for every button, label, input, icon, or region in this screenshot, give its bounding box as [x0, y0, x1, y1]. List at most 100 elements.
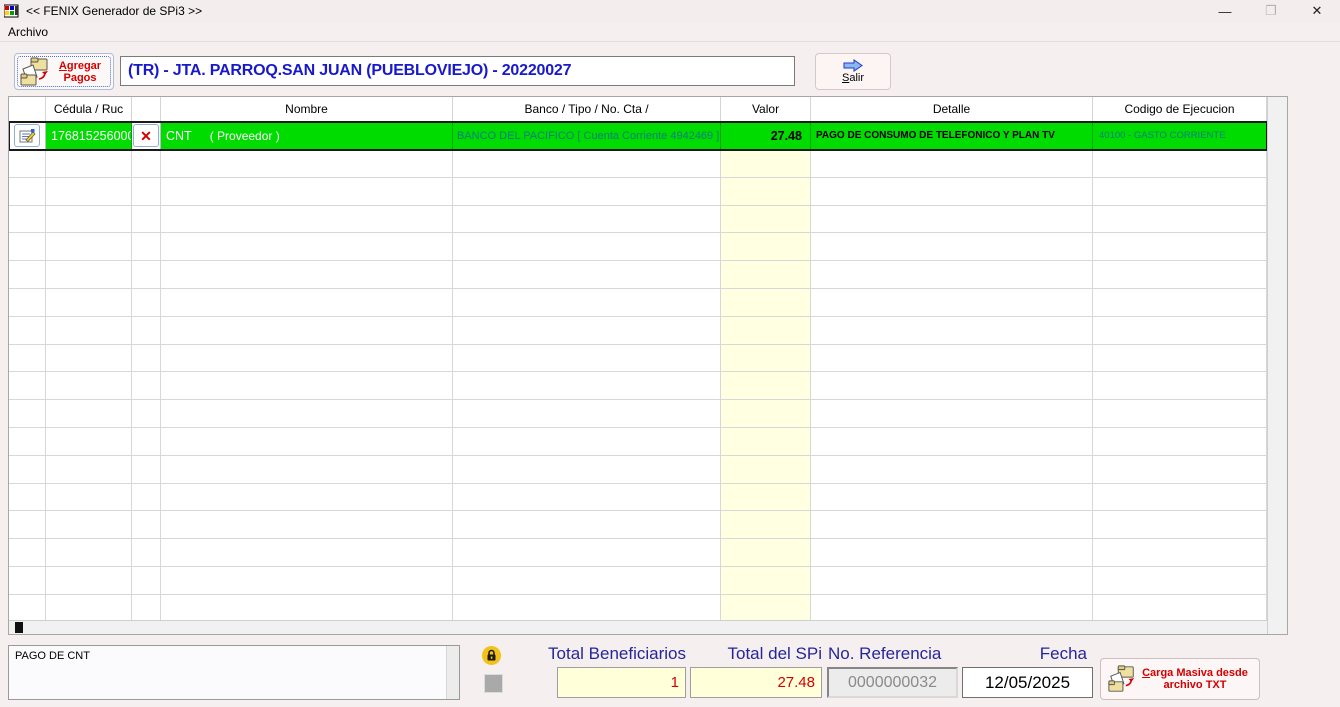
empty-cell [811, 345, 1093, 372]
table-empty-row[interactable] [9, 289, 1267, 317]
table-empty-row[interactable] [9, 595, 1267, 623]
empty-cell [9, 261, 46, 288]
menu-archivo[interactable]: Archivo [0, 22, 56, 41]
column-header[interactable]: Valor [721, 97, 811, 121]
empty-cell [721, 317, 811, 344]
table-empty-row[interactable] [9, 206, 1267, 234]
empty-cell [132, 428, 161, 455]
total-beneficiarios-value: 1 [671, 674, 679, 691]
edit-row-button[interactable] [14, 124, 40, 147]
empty-cell [453, 150, 721, 177]
table-empty-row[interactable] [9, 456, 1267, 484]
fecha-field[interactable]: 12/05/2025 [962, 667, 1093, 698]
table-row-selected[interactable]: 1768152560001 ✕ CNT ( Proveedor ) BANCO … [9, 122, 1267, 150]
empty-cell [1093, 261, 1267, 288]
empty-cell [721, 511, 811, 538]
empty-cell [9, 233, 46, 260]
empty-cell [161, 456, 453, 483]
payments-grid: Cédula / Ruc NombreBanco / Tipo / No. Cta… [8, 96, 1288, 635]
table-empty-row[interactable] [9, 511, 1267, 539]
notes-scrollbar[interactable] [446, 646, 459, 699]
empty-cell [9, 456, 46, 483]
empty-cell [132, 233, 161, 260]
total-spi-label: Total del SPi [646, 644, 822, 664]
table-empty-row[interactable] [9, 150, 1267, 178]
entity-title-field[interactable]: (TR) - JTA. PARROQ.SAN JUAN (PUEBLOVIEJO… [120, 56, 795, 86]
delete-row-button[interactable]: ✕ [133, 124, 159, 147]
payment-notes-input[interactable] [8, 645, 460, 700]
table-header-row: Cédula / Ruc NombreBanco / Tipo / No. Cta… [9, 97, 1267, 122]
empty-cell [1093, 428, 1267, 455]
table-empty-row[interactable] [9, 261, 1267, 289]
empty-cell [811, 428, 1093, 455]
empty-cell [46, 345, 132, 372]
salir-button[interactable]: Salir [815, 53, 891, 90]
empty-cell [161, 261, 453, 288]
table-empty-row[interactable] [9, 539, 1267, 567]
empty-cell [46, 400, 132, 427]
table-empty-row[interactable] [9, 345, 1267, 373]
horizontal-scrollbar[interactable] [9, 620, 1267, 634]
empty-cell [1093, 150, 1267, 177]
column-header[interactable]: Cédula / Ruc [46, 97, 132, 121]
empty-cell [161, 539, 453, 566]
agregar-pagos-button[interactable]: Agregar Pagos [14, 53, 114, 90]
cedula-value: 1768152560001 [46, 129, 132, 143]
empty-cell [811, 206, 1093, 233]
horizontal-scrollbar-thumb[interactable] [15, 622, 23, 633]
codigo-value: 40100 - GASTO CORRIENTE [1093, 130, 1226, 141]
footer-panel: Total Beneficiarios Total del SPi No. Re… [0, 640, 1340, 707]
close-button[interactable]: ✕ [1294, 0, 1340, 22]
detalle-value: PAGO DE CONSUMO DE TELEFONICO Y PLAN TV [811, 130, 1055, 141]
empty-cell [811, 484, 1093, 511]
empty-cell [161, 372, 453, 399]
table-empty-row[interactable] [9, 178, 1267, 206]
table-empty-row[interactable] [9, 317, 1267, 345]
salir-label: Salir [842, 72, 864, 84]
empty-cell [811, 372, 1093, 399]
app-icon [4, 3, 20, 19]
nombre-value: CNT [161, 129, 192, 143]
column-header[interactable] [132, 97, 161, 121]
empty-cell [1093, 372, 1267, 399]
table-empty-row[interactable] [9, 400, 1267, 428]
empty-cell [721, 484, 811, 511]
column-header[interactable] [9, 97, 46, 121]
delete-x-icon: ✕ [140, 129, 152, 143]
edit-note-icon [18, 128, 36, 144]
detalle-cell: PAGO DE CONSUMO DE TELEFONICO Y PLAN TV [811, 122, 1093, 149]
column-header[interactable]: Detalle [811, 97, 1093, 121]
vertical-scrollbar[interactable] [1267, 97, 1287, 634]
column-header[interactable]: Nombre [161, 97, 453, 121]
codigo-cell: 40100 - GASTO CORRIENTE [1093, 122, 1267, 149]
empty-cell [811, 539, 1093, 566]
empty-cell [46, 150, 132, 177]
table-empty-row[interactable] [9, 372, 1267, 400]
fecha-label: Fecha [962, 644, 1091, 664]
empty-cell [132, 400, 161, 427]
empty-cell [161, 150, 453, 177]
empty-cell [161, 206, 453, 233]
empty-cell [9, 539, 46, 566]
empty-cell [1093, 539, 1267, 566]
empty-rows-container [9, 150, 1267, 623]
gray-status-square[interactable] [484, 674, 503, 693]
empty-cell [1093, 511, 1267, 538]
empty-cell [811, 178, 1093, 205]
table-empty-row[interactable] [9, 428, 1267, 456]
empty-cell [9, 567, 46, 594]
column-header[interactable]: Codigo de Ejecucion [1093, 97, 1267, 121]
empty-cell [811, 233, 1093, 260]
table-empty-row[interactable] [9, 567, 1267, 595]
minimize-button[interactable]: — [1202, 0, 1248, 22]
table-empty-row[interactable] [9, 233, 1267, 261]
carga-masiva-button[interactable]: Carga Masiva desde archivo TXT [1100, 658, 1260, 700]
empty-cell [9, 595, 46, 622]
empty-cell [132, 567, 161, 594]
table-empty-row[interactable] [9, 484, 1267, 512]
empty-cell [161, 345, 453, 372]
exit-arrow-icon [842, 59, 864, 72]
empty-cell [721, 372, 811, 399]
title-bar: << FENIX Generador de SPi3 >> — ❐ ✕ [0, 0, 1340, 22]
column-header[interactable]: Banco / Tipo / No. Cta / [453, 97, 721, 121]
